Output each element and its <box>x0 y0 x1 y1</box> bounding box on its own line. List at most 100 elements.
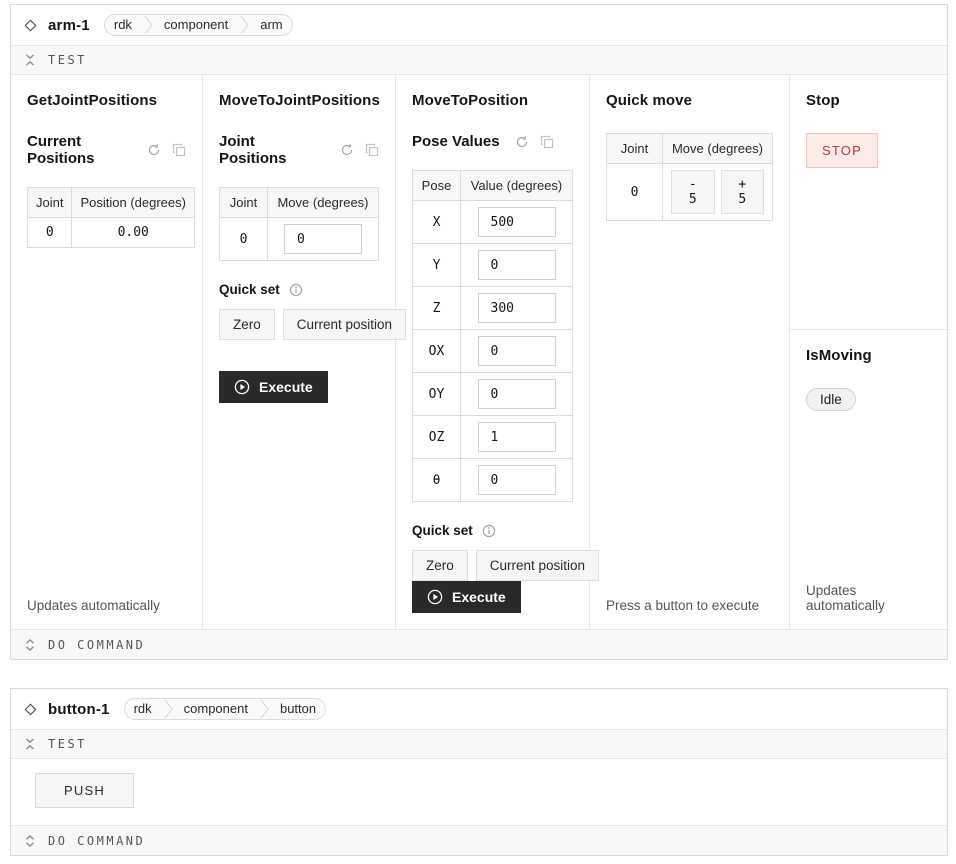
minus-5-button[interactable]: - 5 <box>671 170 715 214</box>
joint-index-cell: 0 <box>28 218 72 248</box>
zero-button[interactable]: Zero <box>219 309 275 340</box>
arm-test-section-label: TEST <box>48 53 87 67</box>
execute-button-label: Execute <box>452 589 506 605</box>
play-icon <box>427 589 443 605</box>
component-diamond-icon <box>23 18 38 33</box>
pose-z-input[interactable] <box>478 293 556 323</box>
breadcrumb-segment: arm <box>251 15 291 35</box>
joint-move-input[interactable] <box>284 224 362 254</box>
column-header: Pose <box>413 171 461 201</box>
breadcrumb-segment: component <box>155 15 237 35</box>
expand-icon <box>24 639 36 651</box>
table-subtitle: Pose Values <box>412 133 500 150</box>
current-position-button[interactable]: Current position <box>283 309 406 340</box>
method-title: IsMoving <box>806 347 931 364</box>
breadcrumb-segment: button <box>271 699 325 719</box>
pose-label-cell: OZ <box>413 416 461 459</box>
expand-icon <box>24 835 36 847</box>
arm-do-command-section-bar[interactable]: DO COMMAND <box>11 629 947 659</box>
plus-5-button[interactable]: + 5 <box>721 170 765 214</box>
breadcrumb-chevron-icon <box>161 698 175 720</box>
current-position-button[interactable]: Current position <box>476 550 599 581</box>
refresh-icon[interactable] <box>340 143 354 157</box>
execute-button[interactable]: Execute <box>219 371 328 403</box>
arm-card-header: arm-1 rdk component arm <box>11 5 947 45</box>
stop-button[interactable]: STOP <box>806 133 878 168</box>
pose-label-cell: θ <box>413 459 461 502</box>
method-title: GetJointPositions <box>27 92 186 109</box>
quick-set-label: Quick set <box>219 282 280 297</box>
arm-card: arm-1 rdk component arm TEST GetJointPos… <box>10 4 948 660</box>
refresh-icon[interactable] <box>147 143 161 157</box>
button-do-command-section-label: DO COMMAND <box>48 834 145 848</box>
info-icon[interactable] <box>289 283 303 297</box>
current-positions-table: Joint Position (degrees) 0 0.00 <box>27 187 195 248</box>
pose-label-cell: Z <box>413 287 461 330</box>
button-test-section-bar[interactable]: TEST <box>11 729 947 759</box>
pose-label-cell: OY <box>413 373 461 416</box>
collapse-icon <box>24 54 36 66</box>
idle-status-badge: Idle <box>806 388 856 411</box>
method-title: Stop <box>806 92 931 109</box>
pose-label-cell: Y <box>413 244 461 287</box>
auto-update-note: Updates automatically <box>27 598 186 613</box>
pose-oy-input[interactable] <box>478 379 556 409</box>
joint-positions-table: Joint Move (degrees) 0 <box>219 187 379 261</box>
button-test-section-label: TEST <box>48 737 87 751</box>
push-button[interactable]: PUSH <box>35 773 134 808</box>
pose-theta-input[interactable] <box>478 465 556 495</box>
table-row: 0 - 5 + 5 <box>607 164 773 221</box>
arm-test-section-bar[interactable]: TEST <box>11 45 947 75</box>
copy-icon[interactable] <box>540 135 554 149</box>
pose-row-oy: OY <box>413 373 573 416</box>
get-joint-positions-panel: GetJointPositions Current Positions Join… <box>11 75 203 629</box>
arm-do-command-section-label: DO COMMAND <box>48 638 145 652</box>
column-header: Value (degrees) <box>461 171 573 201</box>
table-row: 0 0.00 <box>28 218 195 248</box>
pose-row-x: X <box>413 201 573 244</box>
pose-row-oz: OZ <box>413 416 573 459</box>
component-title: button-1 <box>48 701 110 718</box>
position-value-cell: 0.00 <box>72 218 195 248</box>
method-title: Quick move <box>606 92 773 109</box>
pose-row-y: Y <box>413 244 573 287</box>
pose-label-cell: X <box>413 201 461 244</box>
pose-ox-input[interactable] <box>478 336 556 366</box>
button-do-command-section-bar[interactable]: DO COMMAND <box>11 825 947 855</box>
column-header: Position (degrees) <box>72 188 195 218</box>
press-button-note: Press a button to execute <box>606 598 773 613</box>
column-header: Joint <box>607 134 663 164</box>
page: arm-1 rdk component arm TEST GetJointPos… <box>0 0 956 864</box>
execute-button[interactable]: Execute <box>412 581 521 613</box>
breadcrumb-chevron-icon <box>141 14 155 36</box>
breadcrumb-segment: component <box>175 699 257 719</box>
breadcrumb: rdk component button <box>124 698 327 720</box>
copy-icon[interactable] <box>365 143 379 157</box>
play-icon <box>234 379 250 395</box>
auto-update-note: Updates automatically <box>806 583 931 613</box>
button-card: button-1 rdk component button TEST PUSH <box>10 688 948 856</box>
info-icon[interactable] <box>482 524 496 538</box>
quick-move-panel: Quick move Joint Move (degrees) 0 - 5 + … <box>590 75 790 629</box>
pose-row-ox: OX <box>413 330 573 373</box>
pose-row-z: Z <box>413 287 573 330</box>
pose-oz-input[interactable] <box>478 422 556 452</box>
pose-label-cell: OX <box>413 330 461 373</box>
method-title: MoveToPosition <box>412 92 573 109</box>
refresh-icon[interactable] <box>515 135 529 149</box>
breadcrumb: rdk component arm <box>104 14 293 36</box>
table-subtitle: Current Positions <box>27 133 132 167</box>
joint-index-cell: 0 <box>607 164 663 221</box>
table-row: 0 <box>220 218 379 261</box>
component-title: arm-1 <box>48 17 90 34</box>
table-subtitle: Joint Positions <box>219 133 325 167</box>
pose-x-input[interactable] <box>478 207 556 237</box>
is-moving-panel: IsMoving Idle Updates automatically <box>790 330 947 629</box>
pose-y-input[interactable] <box>478 250 556 280</box>
breadcrumb-chevron-icon <box>237 14 251 36</box>
quick-move-table: Joint Move (degrees) 0 - 5 + 5 <box>606 133 773 221</box>
copy-icon[interactable] <box>172 143 186 157</box>
stop-ismoving-panel: Stop STOP IsMoving Idle Updates automati… <box>790 75 947 629</box>
breadcrumb-segment: rdk <box>105 15 141 35</box>
zero-button[interactable]: Zero <box>412 550 468 581</box>
